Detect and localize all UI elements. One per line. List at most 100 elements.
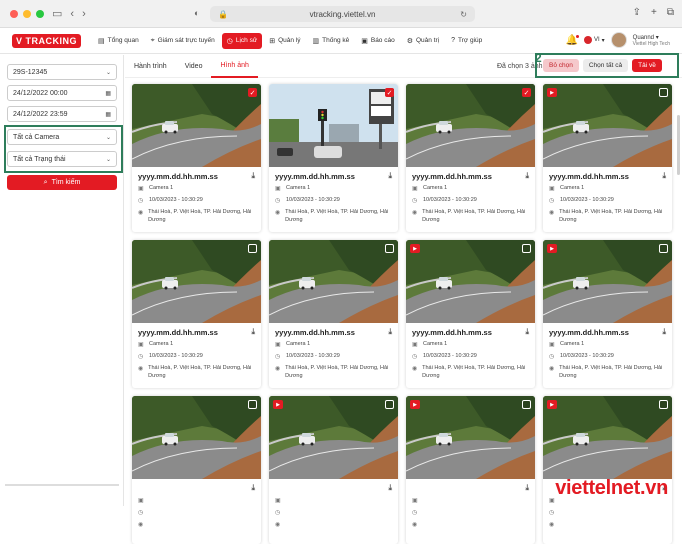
camera-badge-icon: ▶ xyxy=(273,400,283,409)
menu-item-management[interactable]: ⊞Quản lý xyxy=(264,33,305,49)
tab-journey[interactable]: Hành trình xyxy=(125,55,176,78)
image-thumbnail[interactable]: ✓ xyxy=(406,84,535,167)
forward-icon[interactable]: › xyxy=(82,8,86,20)
menu-item-help[interactable]: ?Trợ giúp xyxy=(446,33,487,48)
reload-icon[interactable]: ↻ xyxy=(460,10,467,19)
select-checkbox[interactable] xyxy=(385,244,394,253)
annotation-number: 2 xyxy=(535,51,542,65)
tab-video[interactable]: Video xyxy=(176,55,212,78)
image-grid: ✓ yyyy.mm.dd.hh.mm.ss⤓▣Camera 1◷10/03/202… xyxy=(132,84,675,544)
avatar[interactable] xyxy=(611,32,627,48)
card-address: ◉Thái Hoà, P. Việt Hoà, TP. Hải Dương, H… xyxy=(275,209,392,224)
new-tab-icon[interactable]: + xyxy=(651,7,657,18)
download-icon[interactable]: ⤓ xyxy=(525,327,529,337)
image-card[interactable]: ✓yyyy.mm.dd.hh.mm.ss⤓▣Camera 1◷10/03/202… xyxy=(132,84,261,232)
select-checkbox[interactable] xyxy=(522,244,531,253)
watermark: viettelnet.vn xyxy=(555,477,668,500)
select-checkbox[interactable]: ✓ xyxy=(248,88,257,97)
image-thumbnail[interactable]: ▶ xyxy=(269,396,398,479)
download-icon[interactable]: ⤓ xyxy=(388,171,392,181)
tab-overview-icon[interactable]: ⧉ xyxy=(667,7,674,18)
minimize-window-button[interactable] xyxy=(23,10,31,18)
image-thumbnail[interactable]: ▶ xyxy=(406,240,535,323)
share-icon[interactable]: ⇪ xyxy=(633,7,641,18)
shield-icon[interactable]: ◐ xyxy=(194,8,199,18)
image-thumbnail[interactable]: ▶ xyxy=(543,240,672,323)
download-icon[interactable]: ⤓ xyxy=(525,483,529,493)
menu-item-history[interactable]: ◷Lịch sử xyxy=(222,33,262,49)
image-card[interactable]: ▶yyyy.mm.dd.hh.mm.ss⤓▣Camera 1◷10/03/202… xyxy=(406,240,535,388)
image-thumbnail[interactable]: ▶ xyxy=(543,396,672,479)
chevron-down-icon: ▾ xyxy=(602,37,605,44)
bell-icon[interactable]: 🔔 xyxy=(566,35,578,46)
user-menu[interactable]: Quannd ▾ Viettel High Tech xyxy=(633,34,670,47)
camera-name: Camera 1 xyxy=(149,185,173,192)
image-card[interactable]: ▶⤓▣◷◉ xyxy=(269,396,398,544)
menu-item-admin[interactable]: ⚙Quản trị xyxy=(402,33,444,49)
image-card[interactable]: ✓yyyy.mm.dd.hh.mm.ss⤓▣Camera 1◷10/03/202… xyxy=(406,84,535,232)
plate-select[interactable]: 29S-12345 ⌄ xyxy=(7,64,117,80)
sidebar-toggle-icon[interactable]: ▭ xyxy=(52,7,62,20)
download-icon[interactable]: ⤓ xyxy=(388,327,392,337)
status-select[interactable]: Tất cả Trạng thái ⌄ xyxy=(7,151,117,167)
card-title: yyyy.mm.dd.hh.mm.ss xyxy=(412,328,492,337)
plate-value: 29S-12345 xyxy=(13,69,47,76)
image-card[interactable]: ⤓▣◷◉ xyxy=(132,396,261,544)
image-card[interactable]: yyyy.mm.dd.hh.mm.ss⤓▣Camera 1◷10/03/2023… xyxy=(269,240,398,388)
download-button[interactable]: Tải về xyxy=(632,59,662,72)
select-checkbox[interactable] xyxy=(248,244,257,253)
select-checkbox[interactable]: ✓ xyxy=(522,88,531,97)
select-all-button[interactable]: Chọn tất cả xyxy=(583,59,628,72)
language-selector[interactable]: VI ▾ xyxy=(584,36,605,44)
image-thumbnail[interactable]: ▶ xyxy=(406,396,535,479)
card-title-row: yyyy.mm.dd.hh.mm.ss⤓ xyxy=(138,171,255,181)
camera-select[interactable]: Tất cả Camera ⌄ xyxy=(7,129,117,145)
image-card[interactable]: ▶⤓▣◷◉ xyxy=(543,396,672,544)
image-thumbnail[interactable] xyxy=(132,396,261,479)
back-icon[interactable]: ‹ xyxy=(70,8,74,20)
menu-item-live-monitoring[interactable]: ⌖Giám sát trực tuyến xyxy=(146,33,220,49)
image-thumbnail[interactable]: ✓ xyxy=(132,84,261,167)
menu-item-overview[interactable]: ▤Tổng quan xyxy=(93,33,144,49)
card-time: ◷ xyxy=(138,509,255,517)
select-checkbox[interactable] xyxy=(385,400,394,409)
download-icon[interactable]: ⤓ xyxy=(525,171,529,181)
zoom-window-button[interactable] xyxy=(36,10,44,18)
card-camera: ▣Camera 1 xyxy=(412,185,529,193)
reports-icon: ▣ xyxy=(361,37,368,45)
location-pin-icon: ◉ xyxy=(549,209,555,217)
image-thumbnail[interactable] xyxy=(132,240,261,323)
image-card[interactable]: ▶yyyy.mm.dd.hh.mm.ss⤓▣Camera 1◷10/03/202… xyxy=(543,240,672,388)
close-window-button[interactable] xyxy=(10,10,18,18)
tab-images[interactable]: Hình ảnh xyxy=(211,55,257,78)
image-thumbnail[interactable] xyxy=(269,240,398,323)
image-thumbnail[interactable]: ✓ xyxy=(269,84,398,167)
app-logo[interactable]: V TRACKING xyxy=(12,34,81,48)
download-icon[interactable]: ⤓ xyxy=(662,327,666,337)
menu-item-reports[interactable]: ▣Báo cáo xyxy=(356,33,399,49)
image-card[interactable]: ▶yyyy.mm.dd.hh.mm.ss⤓▣Camera 1◷10/03/202… xyxy=(543,84,672,232)
download-icon[interactable]: ⤓ xyxy=(251,327,255,337)
select-checkbox[interactable] xyxy=(659,244,668,253)
image-card[interactable]: ✓yyyy.mm.dd.hh.mm.ss⤓▣Camera 1◷10/03/202… xyxy=(269,84,398,232)
date-from-field[interactable]: 24/12/2022 00:00 ▦ xyxy=(7,85,117,101)
menu-item-statistics[interactable]: ▥Thống kê xyxy=(308,33,355,49)
image-thumbnail[interactable]: ▶ xyxy=(543,84,672,167)
image-card[interactable]: ▶⤓▣◷◉ xyxy=(406,396,535,544)
download-icon[interactable]: ⤓ xyxy=(251,171,255,181)
date-to-field[interactable]: 24/12/2022 23:59 ▦ xyxy=(7,106,117,122)
address-bar[interactable]: 🔒 vtracking.viettel.vn ↻ xyxy=(210,6,475,22)
select-checkbox[interactable] xyxy=(248,400,257,409)
select-checkbox[interactable] xyxy=(659,88,668,97)
download-icon[interactable]: ⤓ xyxy=(662,171,666,181)
image-card[interactable]: yyyy.mm.dd.hh.mm.ss⤓▣Camera 1◷10/03/2023… xyxy=(132,240,261,388)
search-button[interactable]: ⌕ Tìm kiếm xyxy=(7,175,117,190)
deselect-button[interactable]: Bỏ chọn xyxy=(543,59,579,72)
select-checkbox[interactable]: ✓ xyxy=(385,88,394,97)
select-checkbox[interactable] xyxy=(522,400,531,409)
scrollbar[interactable] xyxy=(677,115,680,175)
download-icon[interactable]: ⤓ xyxy=(251,483,255,493)
download-icon[interactable]: ⤓ xyxy=(388,483,392,493)
select-checkbox[interactable] xyxy=(659,400,668,409)
card-body: yyyy.mm.dd.hh.mm.ss⤓▣Camera 1◷10/03/2023… xyxy=(132,323,261,380)
